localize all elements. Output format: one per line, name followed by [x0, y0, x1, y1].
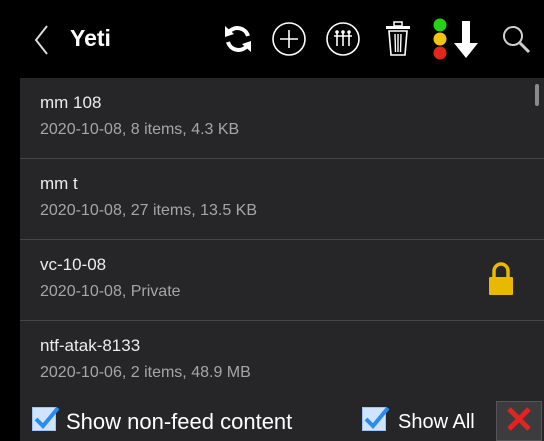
network-icon[interactable] — [321, 17, 365, 61]
list-item[interactable]: mm t 2020-10-08, 27 items, 13.5 KB — [20, 159, 544, 240]
trash-icon[interactable] — [376, 17, 420, 61]
add-circle-icon[interactable] — [267, 17, 311, 61]
close-button[interactable] — [496, 401, 542, 441]
item-name: ntf-atak-8133 — [40, 336, 141, 355]
download-arrow-icon[interactable] — [450, 17, 482, 61]
app-window: Yeti mm 108 2020-10-08, 8 items, 4.3 KB … — [20, 0, 544, 441]
item-name: mm 108 — [40, 93, 102, 112]
item-name: mm t — [40, 174, 78, 193]
show-non-feed-label[interactable]: Show non-feed content — [66, 409, 292, 435]
list-item[interactable]: vc-10-08 2020-10-08, Private — [20, 240, 544, 321]
item-details: 2020-10-08, 8 items, 4.3 KB — [40, 121, 240, 138]
mission-list: mm 108 2020-10-08, 8 items, 4.3 KB mm t … — [20, 78, 544, 402]
lock-icon — [488, 262, 514, 301]
item-details: 2020-10-06, 2 items, 48.9 MB — [40, 364, 251, 381]
item-details: 2020-10-08, Private — [40, 283, 181, 300]
show-all-checkbox[interactable] — [362, 406, 390, 431]
page-title: Yeti — [70, 25, 111, 51]
search-icon[interactable] — [494, 17, 538, 61]
item-name: vc-10-08 — [40, 255, 107, 274]
show-all-label[interactable]: Show All — [398, 411, 475, 434]
top-bar: Yeti — [20, 0, 544, 78]
close-icon — [505, 405, 533, 438]
list-item[interactable]: mm 108 2020-10-08, 8 items, 4.3 KB — [20, 78, 544, 159]
traffic-light-icon[interactable] — [428, 17, 452, 61]
list-item[interactable]: ntf-atak-8133 2020-10-06, 2 items, 48.9 … — [20, 321, 544, 402]
sync-icon[interactable] — [216, 17, 260, 61]
bottom-bar: Show non-feed content Show All — [20, 398, 544, 441]
chevron-left-icon[interactable] — [32, 24, 52, 56]
item-details: 2020-10-08, 27 items, 13.5 KB — [40, 202, 258, 219]
show-non-feed-checkbox[interactable] — [32, 406, 60, 431]
